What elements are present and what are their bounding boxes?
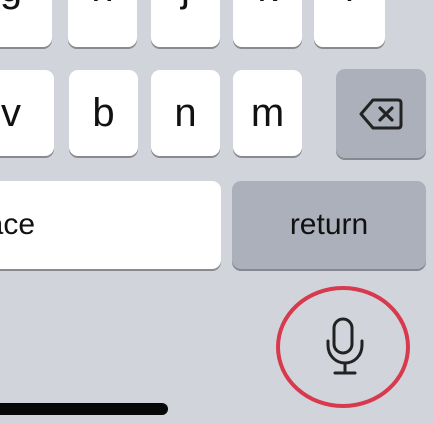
key-k[interactable]: k xyxy=(233,0,302,47)
key-m[interactable]: m xyxy=(233,70,302,156)
space-key-label: pace xyxy=(0,208,36,241)
space-key[interactable]: pace xyxy=(0,181,221,269)
key-l-label: l xyxy=(345,0,354,8)
key-j[interactable]: j xyxy=(151,0,220,47)
key-n-label: n xyxy=(174,91,197,135)
key-j-label: j xyxy=(181,0,190,8)
key-k-label: k xyxy=(258,0,278,8)
return-key-label: return xyxy=(289,208,369,241)
key-g[interactable]: g xyxy=(0,0,52,47)
key-l[interactable]: l xyxy=(314,0,385,47)
key-h-label: h xyxy=(91,0,113,8)
home-indicator[interactable] xyxy=(0,403,168,415)
key-v-label: v xyxy=(1,91,21,135)
microphone-icon[interactable] xyxy=(323,315,367,377)
key-b[interactable]: b xyxy=(69,70,138,156)
key-n[interactable]: n xyxy=(151,70,220,156)
key-h[interactable]: h xyxy=(68,0,137,47)
delete-key[interactable] xyxy=(336,69,426,158)
delete-left-icon xyxy=(359,98,403,129)
return-key[interactable]: return xyxy=(232,181,426,269)
key-b-label: b xyxy=(92,91,115,135)
key-m-label: m xyxy=(250,91,285,135)
key-v[interactable]: v xyxy=(0,70,54,156)
keyboard-screen: g h j k l v b n m pace return xyxy=(0,0,433,424)
key-g-label: g xyxy=(0,0,22,8)
